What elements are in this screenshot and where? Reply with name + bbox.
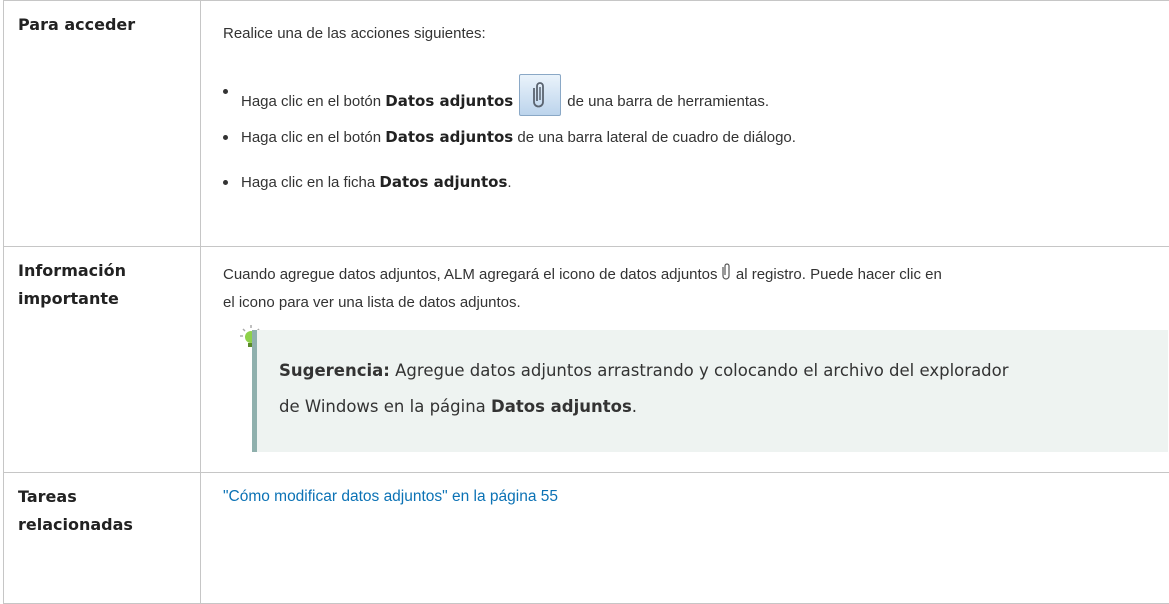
info-table: Para acceder Realice una de las acciones… [3, 0, 1169, 604]
bullet-icon [223, 180, 228, 185]
row-content-access: Realice una de las acciones siguientes: … [201, 1, 1169, 247]
row-label-text: Información [18, 257, 190, 285]
tip-callout: Sugerencia: Agregue datos adjuntos arras… [240, 330, 1168, 452]
row-label-text: importante [18, 285, 190, 313]
bullet-icon [223, 135, 228, 140]
row-label-related: Tareas relacionadas [4, 473, 201, 604]
row-label-access: Para acceder [4, 1, 201, 247]
row-label-text: relacionadas [18, 511, 190, 539]
tip-label: Sugerencia: [279, 361, 390, 380]
bold-term: Datos adjuntos [385, 128, 513, 146]
bold-term: Datos adjuntos [385, 92, 513, 110]
row-label-important: Información importante [4, 247, 201, 473]
bold-term: Datos adjuntos [491, 397, 632, 416]
attachments-button-icon [519, 74, 561, 116]
table-row-access: Para acceder Realice una de las acciones… [4, 1, 1169, 247]
paperclip-icon [722, 262, 732, 289]
related-task-link[interactable]: "Cómo modificar datos adjuntos" en la pá… [223, 488, 558, 505]
tip-text: Sugerencia: Agregue datos adjuntos arras… [279, 353, 1139, 425]
table-row-related: Tareas relacionadas "Cómo modificar dato… [4, 473, 1169, 604]
tip-box: Sugerencia: Agregue datos adjuntos arras… [257, 330, 1168, 452]
important-text: Cuando agregue datos adjuntos, ALM agreg… [223, 261, 1169, 316]
bold-term: Datos adjuntos [379, 173, 507, 191]
row-label-text: Para acceder [18, 15, 135, 34]
row-content-related: "Cómo modificar datos adjuntos" en la pá… [201, 473, 1169, 604]
row-label-text: Tareas [18, 483, 190, 511]
access-intro: Realice una de las acciones siguientes: [223, 24, 1169, 44]
bullet-icon [223, 89, 228, 94]
